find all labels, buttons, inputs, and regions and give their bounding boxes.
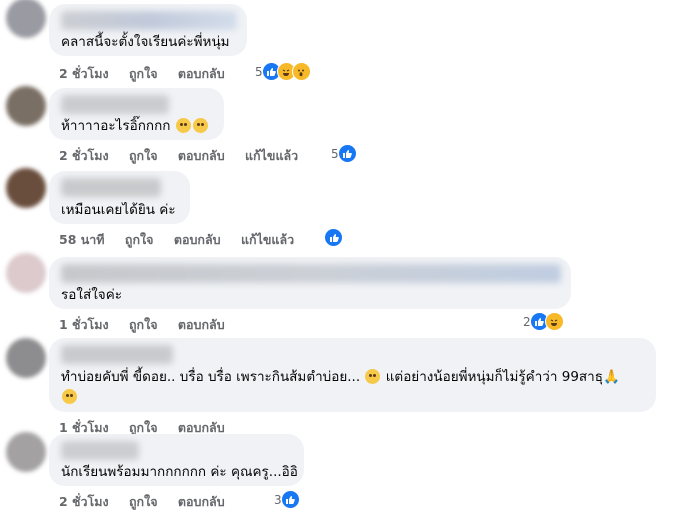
comment-text: เหมือนเคยได้ยิน ค่ะ xyxy=(61,202,176,218)
reaction-summary[interactable]: 2 xyxy=(523,312,564,331)
grinning-face-icon xyxy=(62,389,77,404)
folded-hands-icon: 🙏 xyxy=(602,369,620,385)
reply-button[interactable]: ตอบกลับ xyxy=(178,494,225,509)
wow-icon xyxy=(291,62,311,81)
comment: รอใส่ใจค่ะ 1 ชั่วโมง ถูกใจ ตอบกลับ 2 xyxy=(0,253,694,338)
timestamp[interactable]: 2 ชั่วโมง xyxy=(59,66,109,81)
comment-text-part: ทำบ่อยคับพี่ ขี้ดอย.. บรื่อ บรื่อ เพราะก… xyxy=(61,369,361,385)
reaction-summary[interactable]: 5 xyxy=(255,62,311,81)
edited-label[interactable]: แก้ไขแล้ว xyxy=(241,232,294,247)
author-name-redacted[interactable] xyxy=(61,95,169,114)
reaction-summary[interactable]: 3 xyxy=(274,490,300,509)
comment: เหมือนเคยได้ยิน ค่ะ 58 นาที ถูกใจ ตอบกลั… xyxy=(0,168,694,253)
like-button[interactable]: ถูกใจ xyxy=(129,148,158,163)
comment-text-content: ห้าาาาอะไรอิ๊กกกก xyxy=(61,118,171,134)
avatar[interactable] xyxy=(6,86,46,126)
author-name-redacted[interactable] xyxy=(61,178,161,197)
comment-bubble: ห้าาาาอะไรอิ๊กกกก xyxy=(49,88,224,140)
reaction-summary[interactable]: 5 xyxy=(331,144,357,163)
comment: ห้าาาาอะไรอิ๊กกกก 2 ชั่วโมง ถูกใจ ตอบกลั… xyxy=(0,84,694,169)
comment-actions: 2 ชั่วโมง ถูกใจ ตอบกลับ xyxy=(59,492,241,512)
comment-text: รอใส่ใจค่ะ xyxy=(61,287,122,303)
avatar[interactable] xyxy=(6,253,46,293)
avatar[interactable] xyxy=(6,0,46,38)
comment-bubble: ทำบ่อยคับพี่ ขี้ดอย.. บรื่อ บรื่อ เพราะก… xyxy=(49,338,656,412)
comment-text: ห้าาาาอะไรอิ๊กกกก xyxy=(61,116,212,136)
timestamp[interactable]: 2 ชั่วโมง xyxy=(59,494,109,509)
timestamp[interactable]: 58 นาที xyxy=(59,232,105,247)
reply-button[interactable]: ตอบกลับ xyxy=(178,66,225,81)
comment-actions: 2 ชั่วโมง ถูกใจ ตอบกลับ แก้ไขแล้ว xyxy=(59,146,314,166)
author-name-redacted[interactable] xyxy=(61,345,173,364)
like-button[interactable]: ถูกใจ xyxy=(129,494,158,509)
like-icon xyxy=(337,144,357,163)
comment-text-part: แต่อย่างน้อยพี่หนุ่มก็ไม่รู้คำว่า 99สาธุ xyxy=(381,369,603,385)
crying-face-icon xyxy=(192,118,208,133)
reply-button[interactable]: ตอบกลับ xyxy=(178,148,225,163)
like-icon xyxy=(280,490,300,509)
winking-tongue-face-icon xyxy=(365,369,381,384)
avatar[interactable] xyxy=(6,432,46,472)
comment: นักเรียนพร้อมมากกกกกก ค่ะ คุณครู...อิอิ … xyxy=(0,430,694,514)
comment-bubble: นักเรียนพร้อมมากกกกกก ค่ะ คุณครู...อิอิ xyxy=(49,434,304,486)
comment: คลาสนี้จะตั้งใจเรียนค่ะพี่หนุ่ม 2 ชั่วโม… xyxy=(0,0,694,85)
comment-bubble: คลาสนี้จะตั้งใจเรียนค่ะพี่หนุ่ม xyxy=(49,4,247,56)
like-button[interactable]: ถูกใจ xyxy=(125,232,154,247)
author-name-redacted[interactable] xyxy=(61,11,237,30)
comment-text: ทำบ่อยคับพี่ ขี้ดอย.. บรื่อ บรื่อ เพราะก… xyxy=(61,367,644,407)
author-name-redacted[interactable] xyxy=(61,264,561,283)
avatar[interactable] xyxy=(6,168,46,208)
reaction-summary[interactable] xyxy=(324,228,343,247)
timestamp[interactable]: 2 ชั่วโมง xyxy=(59,148,109,163)
comment-bubble: เหมือนเคยได้ยิน ค่ะ xyxy=(49,171,190,224)
like-icon xyxy=(324,228,343,247)
haha-icon xyxy=(544,312,564,331)
reply-button[interactable]: ตอบกลับ xyxy=(178,317,225,332)
avatar[interactable] xyxy=(6,338,46,378)
comment-actions: 1 ชั่วโมง ถูกใจ ตอบกลับ xyxy=(59,315,241,335)
comment-actions: 58 นาที ถูกใจ ตอบกลับ แก้ไขแล้ว xyxy=(59,230,310,250)
reply-button[interactable]: ตอบกลับ xyxy=(174,232,221,247)
like-button[interactable]: ถูกใจ xyxy=(129,66,158,81)
dizzy-face-icon xyxy=(175,118,191,133)
edited-label[interactable]: แก้ไขแล้ว xyxy=(245,148,298,163)
comment: ทำบ่อยคับพี่ ขี้ดอย.. บรื่อ บรื่อ เพราะก… xyxy=(0,336,694,435)
comment-text: คลาสนี้จะตั้งใจเรียนค่ะพี่หนุ่ม xyxy=(61,34,230,50)
comment-actions: 2 ชั่วโมง ถูกใจ ตอบกลับ xyxy=(59,64,241,84)
comment-text: นักเรียนพร้อมมากกกกกก ค่ะ คุณครู...อิอิ xyxy=(61,464,298,480)
comment-bubble: รอใส่ใจค่ะ xyxy=(49,257,571,309)
author-name-redacted[interactable] xyxy=(61,441,139,460)
like-button[interactable]: ถูกใจ xyxy=(129,317,158,332)
timestamp[interactable]: 1 ชั่วโมง xyxy=(59,317,109,332)
